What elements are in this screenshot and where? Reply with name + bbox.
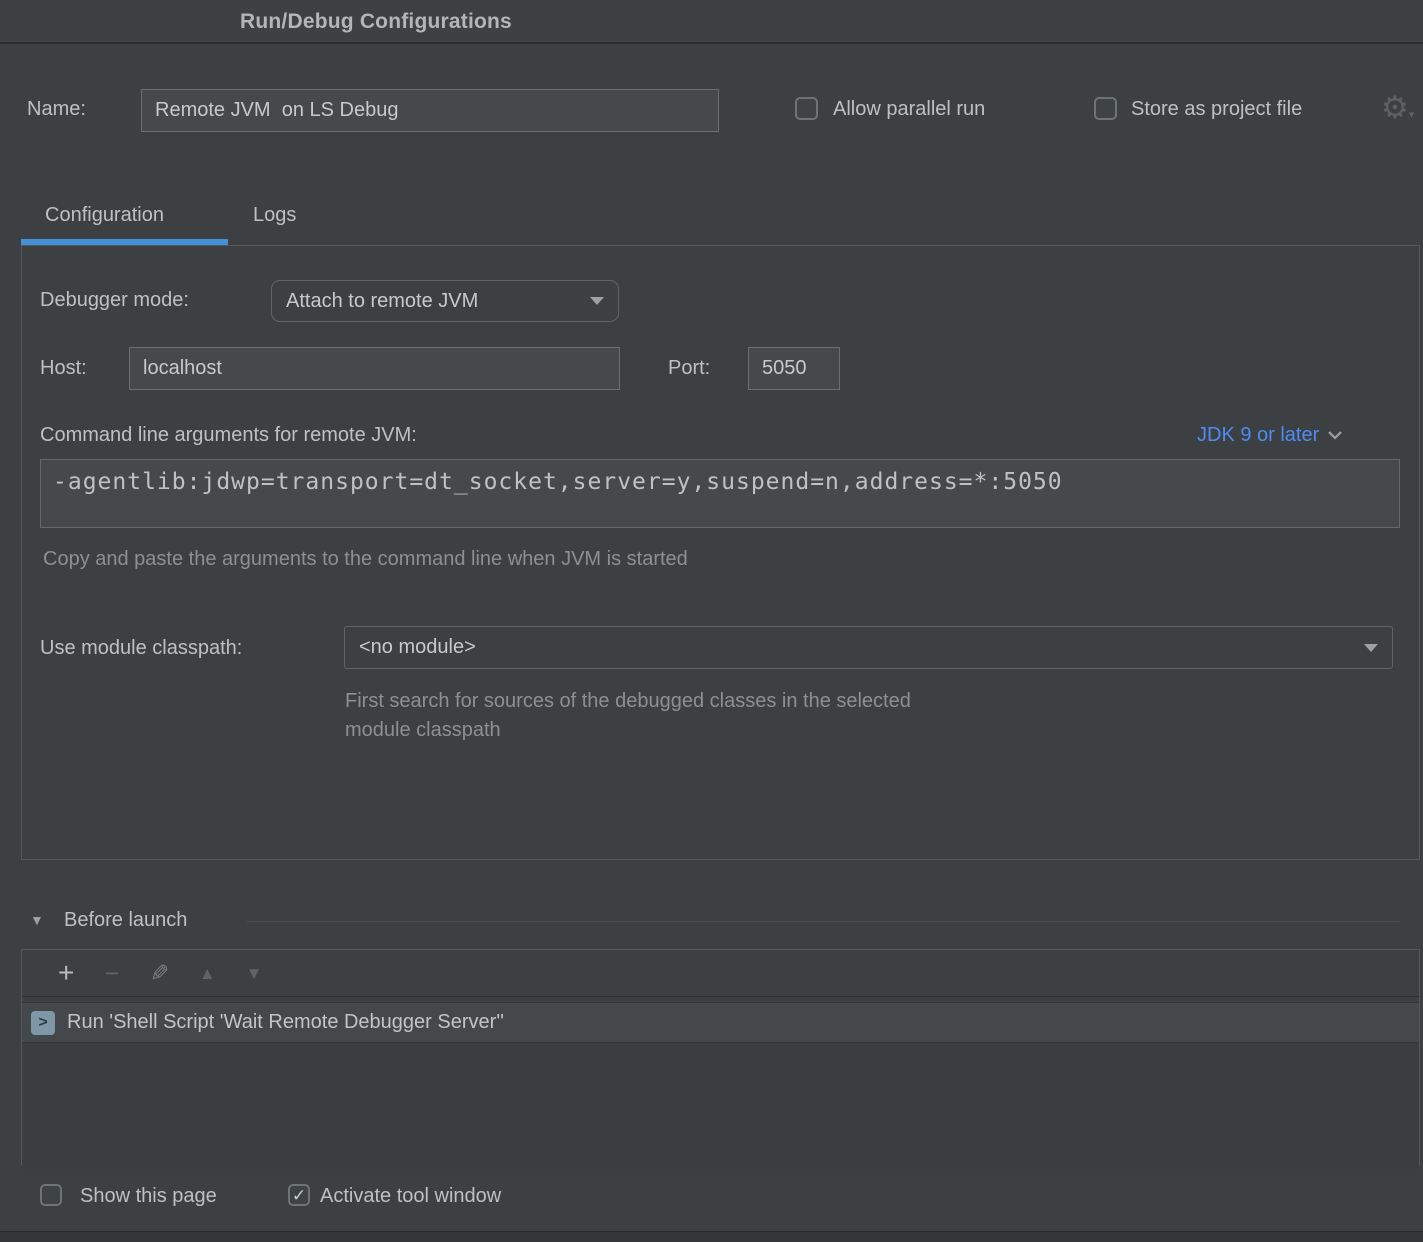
remove-icon[interactable]: − <box>104 960 119 986</box>
module-classpath-dropdown[interactable]: <no module> <box>344 626 1393 669</box>
check-icon: ✓ <box>292 1187 306 1204</box>
move-up-icon[interactable]: ▲ <box>199 965 216 982</box>
name-label: Name: <box>27 98 86 121</box>
store-options-gear-icon[interactable]: ⚙▾ <box>1381 92 1414 124</box>
jdk-version-label: JDK 9 or later <box>1197 424 1319 447</box>
module-classpath-value: <no module> <box>359 636 476 659</box>
activate-tool-window-checkbox[interactable]: ✓ <box>288 1184 310 1206</box>
host-input[interactable] <box>129 347 620 390</box>
dialog-title: Run/Debug Configurations <box>240 0 512 44</box>
debugger-mode-value: Attach to remote JVM <box>286 290 478 313</box>
dialog-title-bar: Run/Debug Configurations <box>0 0 1423 44</box>
store-as-project-file-checkbox[interactable] <box>1094 97 1117 120</box>
before-launch-title: Before launch <box>64 909 187 932</box>
chevron-down-icon <box>1364 644 1378 652</box>
before-launch-item-label: Run 'Shell Script 'Wait Remote Debugger … <box>67 1011 504 1034</box>
shell-script-run-icon: > <box>31 1011 55 1035</box>
port-label: Port: <box>668 357 710 380</box>
module-classpath-label: Use module classpath: <box>40 637 242 660</box>
command-line-arguments-box[interactable]: -agentlib:jdwp=transport=dt_socket,serve… <box>40 459 1400 528</box>
tab-configuration[interactable]: Configuration <box>45 204 164 227</box>
before-launch-list: > Run 'Shell Script 'Wait Remote Debugge… <box>22 1002 1419 1169</box>
show-this-page-label: Show this page <box>80 1185 217 1208</box>
command-line-label: Command line arguments for remote JVM: <box>40 424 417 447</box>
move-down-icon[interactable]: ▼ <box>246 965 263 982</box>
debugger-mode-dropdown[interactable]: Attach to remote JVM <box>271 280 619 322</box>
activate-tool-window-label: Activate tool window <box>320 1185 501 1208</box>
dialog-button-bar-edge <box>0 1231 1423 1242</box>
before-launch-item[interactable]: > Run 'Shell Script 'Wait Remote Debugge… <box>22 1002 1419 1043</box>
module-classpath-hint: First search for sources of the debugged… <box>345 687 911 745</box>
chevron-down-icon <box>1328 431 1342 440</box>
chevron-down-icon <box>590 297 604 305</box>
allow-parallel-run-checkbox[interactable] <box>795 97 818 120</box>
debugger-mode-label: Debugger mode: <box>40 289 189 312</box>
store-as-project-file-label: Store as project file <box>1131 98 1302 121</box>
jdk-version-selector[interactable]: JDK 9 or later <box>1197 424 1342 447</box>
command-line-hint: Copy and paste the arguments to the comm… <box>43 548 688 571</box>
before-launch-collapse-icon[interactable]: ▼ <box>30 912 44 928</box>
edit-pencil-icon[interactable]: ✎ <box>150 962 169 985</box>
add-icon[interactable]: + <box>58 959 74 987</box>
before-launch-separator <box>247 921 1400 922</box>
run-debug-configurations-dialog: Run/Debug Configurations Name: Allow par… <box>0 0 1423 1242</box>
show-this-page-checkbox[interactable] <box>40 1184 62 1206</box>
name-input[interactable] <box>141 89 719 132</box>
port-input[interactable] <box>748 347 840 390</box>
tab-logs[interactable]: Logs <box>253 204 296 227</box>
allow-parallel-run-label: Allow parallel run <box>833 98 985 121</box>
before-launch-panel: + − ✎ ▲ ▼ > Run 'Shell Script 'Wait Remo… <box>21 949 1420 1165</box>
host-label: Host: <box>40 357 87 380</box>
before-launch-toolbar: + − ✎ ▲ ▼ <box>22 950 1419 997</box>
